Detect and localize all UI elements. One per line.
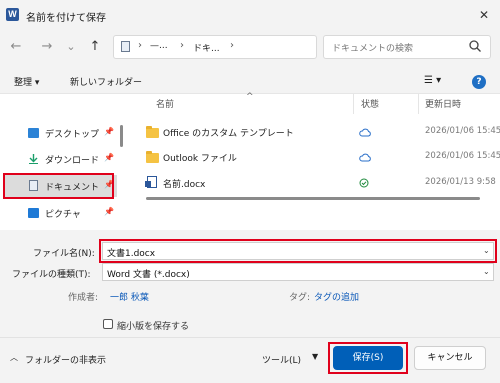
up-arrow-icon[interactable]: ↑ bbox=[86, 38, 104, 56]
file-row-name[interactable]: 名前.docx bbox=[163, 177, 205, 190]
file-row-date: 2026/01/13 9:58 bbox=[425, 177, 496, 187]
sidebar-item-label: ドキュメント bbox=[45, 183, 100, 193]
organize-button[interactable]: 整理 ▾ bbox=[14, 75, 39, 88]
sidebar-item-label: ダウンロード bbox=[45, 156, 100, 166]
recent-locations-icon[interactable]: ⌄ bbox=[62, 38, 80, 56]
tools-dropdown-icon[interactable]: ▼ bbox=[312, 352, 318, 361]
cloud-icon bbox=[359, 153, 371, 162]
word-document-icon bbox=[145, 176, 157, 188]
cloud-icon bbox=[359, 128, 371, 137]
help-icon[interactable]: ? bbox=[472, 75, 486, 89]
column-header-name[interactable]: 名前 bbox=[156, 97, 174, 110]
sidebar-item-documents[interactable]: ドキュメント 📌 bbox=[4, 175, 117, 197]
author-label: 作成者: bbox=[68, 293, 99, 303]
chevron-up-icon[interactable]: ︿ bbox=[10, 352, 18, 363]
search-icon[interactable] bbox=[468, 39, 482, 53]
file-list-scrollbar[interactable] bbox=[146, 197, 480, 200]
window-title: 名前を付けて保存 bbox=[26, 13, 106, 24]
column-divider[interactable] bbox=[353, 94, 354, 114]
pin-icon: 📌 bbox=[104, 127, 114, 136]
file-row-date: 2026/01/06 15:45 bbox=[425, 151, 500, 161]
sidebar-item-pictures[interactable]: ピクチャ 📌 bbox=[4, 202, 117, 224]
desktop-icon bbox=[28, 128, 39, 138]
search-placeholder: ドキュメントの検索 bbox=[332, 44, 414, 54]
chevron-down-icon[interactable]: ⌄ bbox=[483, 246, 490, 255]
pin-icon: 📌 bbox=[104, 207, 114, 216]
save-thumbnail-label[interactable]: 縮小版を保存する bbox=[117, 319, 189, 332]
new-folder-button[interactable]: 新しいフォルダー bbox=[70, 75, 142, 88]
download-icon bbox=[29, 154, 38, 164]
hide-folders-button[interactable]: フォルダーの非表示 bbox=[25, 353, 106, 366]
breadcrumb-separator-icon: › bbox=[138, 40, 142, 51]
author-value[interactable]: 一郎 秋葉 bbox=[110, 290, 149, 303]
sidebar-item-label: ピクチャ bbox=[45, 210, 81, 220]
filetype-value[interactable]: Word 文書 (*.docx) bbox=[107, 267, 190, 280]
sidebar-item-downloads[interactable]: ダウンロード 📌 bbox=[4, 148, 117, 170]
forward-arrow-icon[interactable]: → bbox=[38, 38, 56, 56]
breadcrumb-chevron-icon[interactable]: › bbox=[230, 40, 234, 51]
tags-label: タグ: bbox=[289, 293, 311, 303]
pictures-icon bbox=[28, 208, 39, 218]
breadcrumb-item[interactable]: —... bbox=[150, 41, 168, 51]
filename-value[interactable]: 文書1.docx bbox=[107, 246, 155, 259]
word-app-icon: W bbox=[6, 8, 19, 21]
folder-icon bbox=[146, 126, 159, 138]
column-divider[interactable] bbox=[418, 94, 419, 114]
pin-icon: 📌 bbox=[104, 153, 114, 162]
filename-input[interactable] bbox=[102, 242, 494, 260]
documents-location-icon bbox=[121, 41, 130, 52]
save-thumbnail-checkbox[interactable] bbox=[103, 319, 113, 329]
column-header-date[interactable]: 更新日時 bbox=[425, 97, 461, 110]
breadcrumb-separator-icon: › bbox=[180, 40, 184, 51]
footer-divider bbox=[0, 337, 500, 338]
filetype-label: ファイルの種類(T): bbox=[12, 270, 91, 280]
folder-icon bbox=[146, 151, 159, 163]
tools-button[interactable]: ツール(L) bbox=[262, 353, 301, 366]
pin-icon: 📌 bbox=[104, 180, 114, 189]
synced-check-icon bbox=[359, 178, 369, 188]
file-row-date: 2026/01/06 15:45 bbox=[425, 126, 500, 136]
column-header-status[interactable]: 状態 bbox=[361, 97, 379, 110]
save-button[interactable]: 保存(S) bbox=[333, 346, 403, 370]
chevron-down-icon[interactable]: ⌄ bbox=[483, 267, 490, 276]
sort-chevron-icon: ^ bbox=[246, 92, 254, 102]
documents-icon bbox=[29, 180, 38, 191]
back-arrow-icon[interactable]: ← bbox=[7, 38, 25, 56]
sidebar-item-label: デスクトップ bbox=[45, 130, 100, 140]
breadcrumb-item[interactable]: ドキ... bbox=[193, 41, 220, 54]
sidebar-item-desktop[interactable]: デスクトップ 📌 bbox=[4, 122, 117, 144]
filename-label: ファイル名(N): bbox=[33, 249, 95, 259]
cancel-button[interactable]: キャンセル bbox=[414, 346, 486, 370]
file-row-name[interactable]: Outlook ファイル bbox=[163, 151, 237, 164]
tags-input[interactable]: タグの追加 bbox=[314, 290, 359, 303]
view-options-button[interactable]: ☰ ▾ bbox=[424, 75, 441, 86]
close-icon[interactable]: ✕ bbox=[474, 6, 494, 24]
file-row-name[interactable]: Office のカスタム テンプレート bbox=[163, 126, 294, 139]
sidebar-scrollbar[interactable] bbox=[120, 125, 123, 147]
